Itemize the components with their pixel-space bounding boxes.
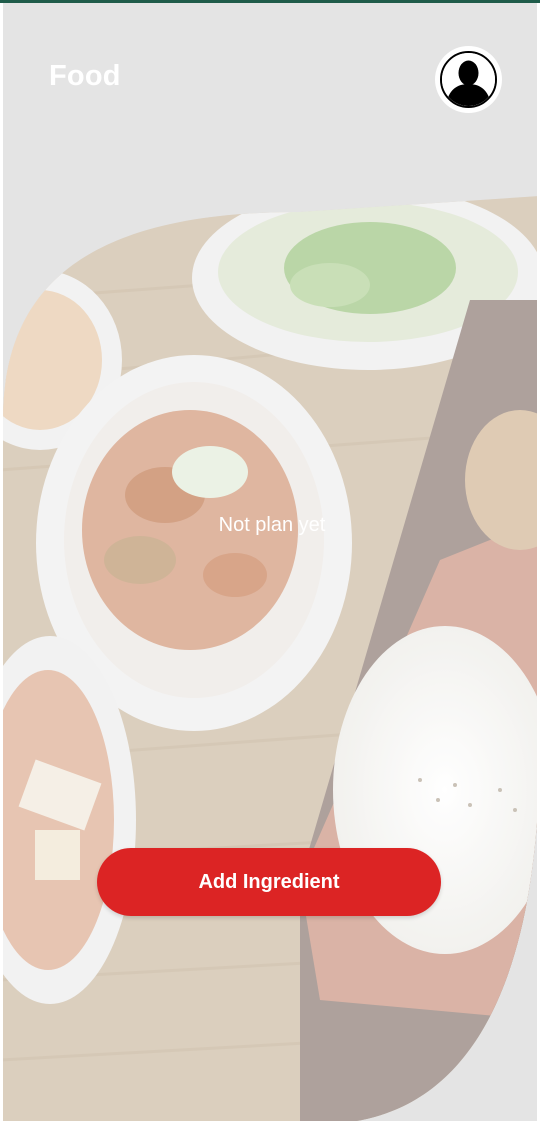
empty-plan-message: Not plan yet xyxy=(218,514,326,536)
food-background-image xyxy=(3,196,540,1124)
add-ingredient-button[interactable]: Add Ingredient xyxy=(97,848,441,916)
food-screen: Food Not plan yet Add Ingredient xyxy=(0,0,540,1124)
profile-avatar-button[interactable] xyxy=(435,46,502,113)
person-icon xyxy=(440,51,497,108)
page-title: Food xyxy=(49,60,121,92)
screen-edge-left xyxy=(0,3,3,1124)
